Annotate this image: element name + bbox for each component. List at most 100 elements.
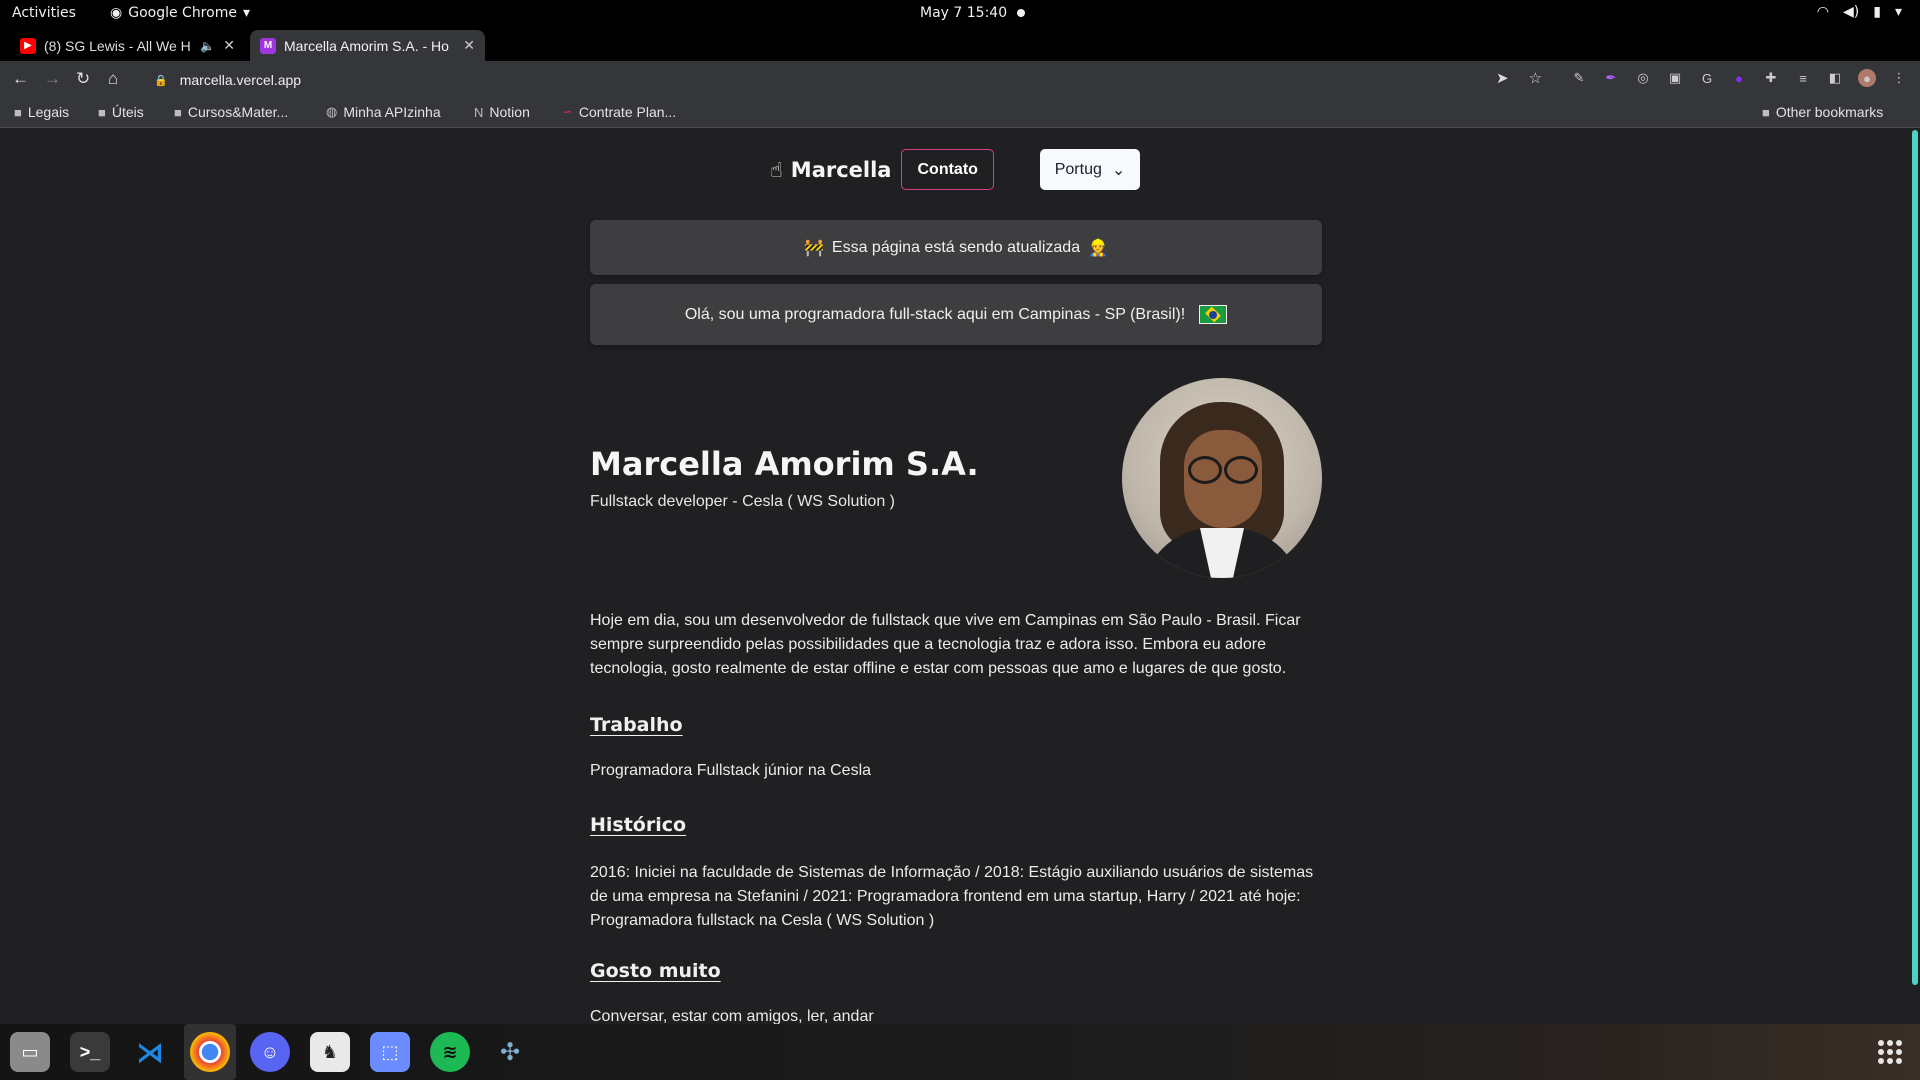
- bookmark-minha-apizinha[interactable]: ◍ Minha APIzinha: [326, 104, 441, 120]
- bookmark-star-icon[interactable]: ☆: [1529, 69, 1542, 87]
- history-text: 2016: Iniciei na faculdade de Sistemas d…: [590, 864, 1314, 929]
- menu-kebab-icon[interactable]: ⋮: [1890, 69, 1908, 87]
- bookmark-label: Other bookmarks: [1775, 104, 1884, 120]
- work-heading: Trabalho: [590, 714, 683, 736]
- back-icon[interactable]: ←: [12, 69, 29, 89]
- chevron-down-icon: ▾: [242, 5, 250, 21]
- screenshot-icon[interactable]: ⬚: [370, 1032, 410, 1072]
- activities-button[interactable]: Activities: [12, 5, 76, 21]
- chrome-icon[interactable]: [190, 1032, 230, 1072]
- bookmark-cursos[interactable]: ■ Cursos&Mater...: [174, 104, 288, 120]
- hand-icon: ☝: [770, 157, 783, 182]
- history-heading: Histórico: [590, 814, 687, 836]
- chevron-down-icon: ▾: [1894, 4, 1902, 20]
- likes-text: Conversar, estar com amigos, ler, andar: [590, 1008, 874, 1024]
- battery-icon: ▮: [1873, 4, 1881, 20]
- bookmark-label: Úteis: [111, 104, 144, 120]
- profile-photo: [1122, 378, 1322, 578]
- puzzle-icon[interactable]: ✚: [1762, 69, 1780, 87]
- brand-name: Marcella: [790, 157, 892, 182]
- terminal-icon[interactable]: >_: [70, 1032, 110, 1072]
- extension-feather-icon[interactable]: ✒: [1602, 69, 1620, 87]
- intro-banner-text: Olá, sou uma programadora full-stack aqu…: [684, 305, 1186, 323]
- extension-target-icon[interactable]: ◎: [1634, 69, 1652, 87]
- youtube-icon: ▶: [20, 37, 36, 54]
- bookmark-label: Minha APIzinha: [343, 104, 441, 120]
- bookmark-contrate[interactable]: ∽ Contrate Plan...: [562, 104, 676, 120]
- network-icon[interactable]: ✣: [490, 1032, 530, 1072]
- app-menu[interactable]: ◉ Google Chrome ▾: [110, 5, 250, 21]
- work-text: Programadora Fullstack júnior na Cesla: [590, 762, 872, 779]
- clock[interactable]: May 7 15:40: [920, 5, 1026, 21]
- extension-grammar-icon[interactable]: G: [1698, 69, 1716, 87]
- contact-button[interactable]: Contato: [901, 149, 994, 190]
- browser-toolbar: ← → ↻ ⌂ 🔒 marcella.vercel.app ➤ ☆ ✎ ✒ ◎ …: [0, 61, 1920, 98]
- update-banner-text: Essa página está sendo atualizada: [831, 238, 1081, 256]
- taskbar-dock: ▭ >_ ⋊ ☺ ♞ ⬚ ≋ ✣: [0, 1024, 1920, 1080]
- avatar[interactable]: ●: [1858, 69, 1876, 87]
- brand-logo[interactable]: ☝ Marcella: [770, 158, 891, 182]
- globe-icon: ◍: [326, 104, 338, 119]
- page-scrollbar[interactable]: [1912, 130, 1918, 985]
- reading-list-icon[interactable]: ≡: [1794, 69, 1812, 87]
- forward-icon[interactable]: →: [44, 69, 61, 89]
- extension-badge-icon[interactable]: ●: [1730, 69, 1748, 87]
- vscode-icon[interactable]: ⋊: [130, 1032, 170, 1072]
- intro-banner: Olá, sou uma programadora full-stack aqu…: [590, 284, 1322, 345]
- chevron-down-icon: ⌄: [1111, 161, 1126, 179]
- url-text: marcella.vercel.app: [179, 72, 302, 88]
- other-bookmarks[interactable]: ■ Other bookmarks: [1762, 104, 1883, 120]
- spotify-icon[interactable]: ≋: [430, 1032, 470, 1072]
- system-tray[interactable]: ◠ ◀) ▮ ▾: [1817, 4, 1902, 20]
- construction-icon: 🚧: [803, 239, 824, 257]
- tab-strip: ▶ (8) SG Lewis - All We H 🔈 ✕ M Marcella…: [0, 27, 1920, 81]
- folder-icon: ■: [1762, 104, 1770, 120]
- bio-paragraph: Hoje em dia, sou um desenvolvedor de ful…: [590, 612, 1301, 677]
- extensions-area: ✎ ✒ ◎ ▣ G ● ✚ ≡ ◧ ● ⋮: [1570, 69, 1908, 87]
- app-name: Google Chrome: [128, 5, 237, 21]
- lock-icon[interactable]: 🔒: [154, 74, 168, 87]
- job-subtitle: Fullstack developer - Cesla ( WS Solutio…: [590, 493, 895, 510]
- update-banner: 🚧 Essa página está sendo atualizada 👷: [590, 220, 1322, 275]
- worker-icon: 👷: [1088, 239, 1109, 257]
- files-icon[interactable]: ▭: [10, 1032, 50, 1072]
- bookmark-notion[interactable]: N Notion: [474, 104, 530, 120]
- brazil-flag-icon: [1199, 305, 1228, 324]
- wifi-icon: ◠: [1816, 4, 1830, 20]
- reload-icon[interactable]: ↻: [76, 69, 90, 89]
- system-top-bar: Activities ◉ Google Chrome ▾ May 7 15:40…: [0, 0, 1920, 27]
- folder-icon: ■: [14, 104, 22, 120]
- send-icon[interactable]: ➤: [1496, 69, 1509, 87]
- m-icon: M: [260, 37, 276, 54]
- notion-icon: N: [474, 104, 484, 120]
- extension-pen-icon[interactable]: ✎: [1570, 69, 1588, 87]
- photo-glasses: [1188, 456, 1258, 484]
- chrome-small-icon: ◉: [110, 5, 123, 21]
- link-icon: ∽: [562, 104, 573, 119]
- side-panel-icon[interactable]: ◧: [1826, 69, 1844, 87]
- bookmark-label: Contrate Plan...: [578, 104, 677, 120]
- discord-icon[interactable]: ☺: [250, 1032, 290, 1072]
- bookmarks-bar: ■ Legais ■ Úteis ■ Cursos&Mater... ◍ Minha A…: [0, 98, 1920, 128]
- bookmark-label: Cursos&Mater...: [187, 104, 289, 120]
- language-select[interactable]: Portug ⌄: [1040, 149, 1140, 190]
- clock-text: May 7 15:40: [920, 5, 1008, 21]
- close-icon[interactable]: ✕: [223, 37, 235, 54]
- site-navbar: ☝ Marcella Contato Portug ⌄: [770, 149, 1140, 190]
- home-icon[interactable]: ⌂: [108, 69, 118, 89]
- tab-title: (8) SG Lewis - All We H: [44, 37, 191, 54]
- tab-youtube[interactable]: ▶ (8) SG Lewis - All We H 🔈 ✕: [10, 30, 245, 61]
- extension-window-icon[interactable]: ▣: [1666, 69, 1684, 87]
- bookmark-label: Notion: [489, 104, 530, 120]
- address-bar[interactable]: 🔒 marcella.vercel.app: [140, 66, 1540, 94]
- folder-icon: ■: [98, 104, 106, 120]
- folder-icon: ■: [174, 104, 182, 120]
- tab-marcella[interactable]: M Marcella Amorim S.A. - Ho ✕: [250, 30, 485, 61]
- close-icon[interactable]: ✕: [463, 37, 475, 54]
- show-apps-icon[interactable]: [1878, 1040, 1902, 1064]
- bookmark-uteis[interactable]: ■ Úteis: [98, 104, 144, 120]
- omnibox-actions: ➤ ☆: [1496, 69, 1542, 87]
- inkscape-icon[interactable]: ♞: [310, 1032, 350, 1072]
- bookmark-legais[interactable]: ■ Legais: [14, 104, 69, 120]
- speaker-icon[interactable]: 🔈: [200, 39, 215, 53]
